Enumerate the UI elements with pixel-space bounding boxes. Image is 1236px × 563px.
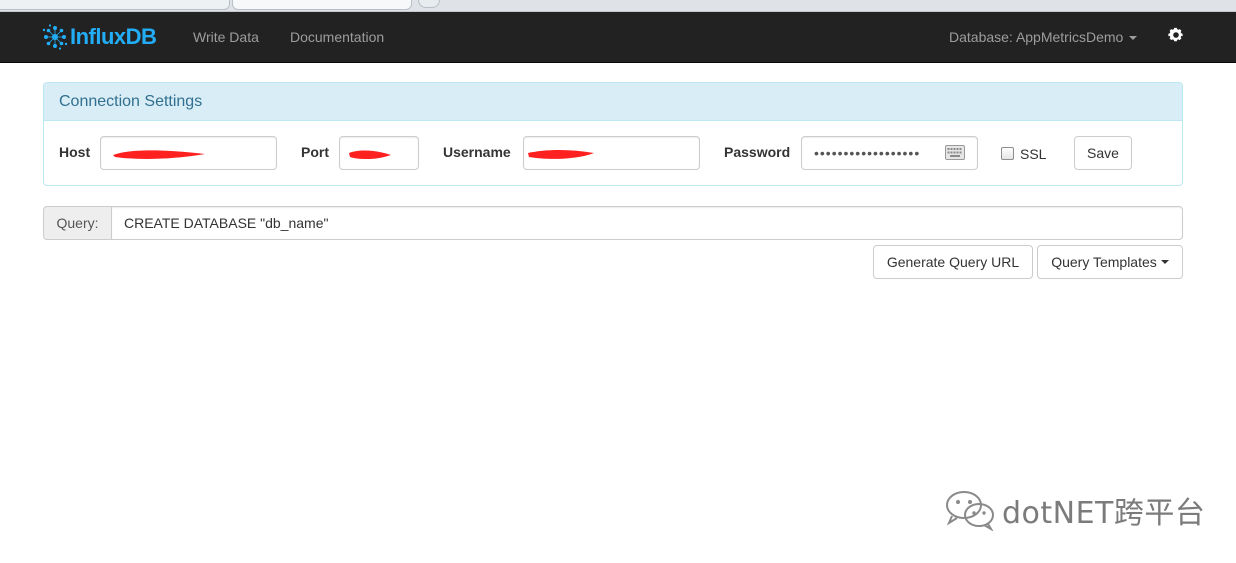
wechat-icon <box>946 491 994 531</box>
username-label: Username <box>443 144 511 160</box>
query-templates-label: Query Templates <box>1051 254 1157 270</box>
database-selector[interactable]: Database: AppMetricsDemo <box>949 29 1138 45</box>
nav-documentation[interactable]: Documentation <box>290 29 384 45</box>
influxdb-logo-icon <box>42 24 68 50</box>
caret-down-icon <box>1160 260 1169 264</box>
top-navbar: InfluxDB Write Data Documentation Databa… <box>0 12 1236 63</box>
browser-tab-active[interactable] <box>232 0 412 10</box>
ssl-checkbox-group[interactable]: SSL <box>1001 145 1047 162</box>
brand-logo[interactable]: InfluxDB <box>42 21 157 53</box>
browser-tab-strip <box>0 0 1236 12</box>
username-redaction-mark <box>528 150 594 159</box>
gear-icon[interactable] <box>1168 27 1184 43</box>
watermark: dotNET跨平台 <box>944 488 1205 532</box>
connection-settings-panel: Connection Settings <box>43 82 1183 186</box>
watermark-text: dotNET跨平台 <box>1002 496 1206 531</box>
nav-write-data[interactable]: Write Data <box>193 29 259 45</box>
brand-name: InfluxDB <box>70 24 157 49</box>
port-label: Port <box>301 144 329 160</box>
save-button[interactable]: Save <box>1074 136 1132 170</box>
host-label: Host <box>59 144 91 160</box>
browser-new-tab-button[interactable] <box>418 0 440 8</box>
host-redaction-mark <box>113 150 205 159</box>
ssl-label: SSL <box>1020 146 1047 162</box>
generate-query-url-button[interactable]: Generate Query URL <box>873 245 1033 279</box>
port-redaction-mark <box>349 150 391 160</box>
ssl-checkbox[interactable] <box>1001 146 1014 160</box>
keyboard-icon[interactable] <box>945 145 965 160</box>
caret-down-icon <box>1129 36 1138 41</box>
query-input[interactable] <box>111 206 1183 240</box>
query-addon-label: Query: <box>43 206 111 240</box>
database-selector-label: Database: AppMetricsDemo <box>949 29 1124 45</box>
query-templates-dropdown[interactable]: Query Templates <box>1037 245 1183 279</box>
browser-tab-previous[interactable] <box>0 0 230 10</box>
password-label: Password <box>724 144 791 160</box>
connection-settings-heading: Connection Settings <box>44 83 1182 121</box>
